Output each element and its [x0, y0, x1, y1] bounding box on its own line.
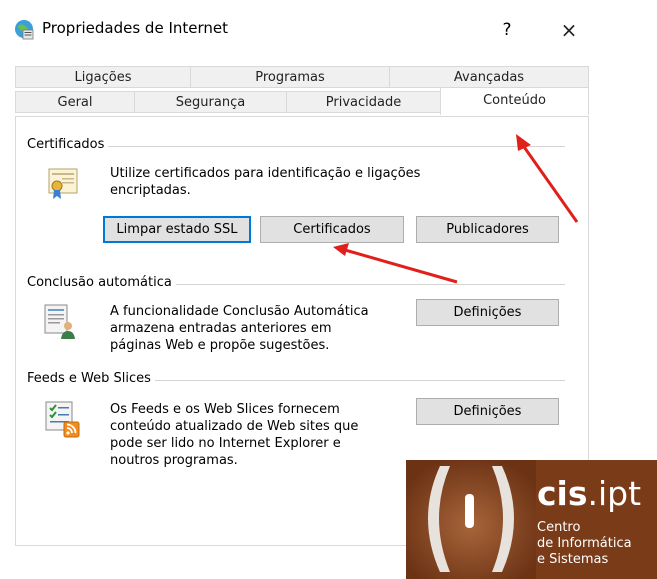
logo-line-2: de Informática — [537, 536, 632, 551]
certificates-divider — [30, 146, 565, 147]
logo-title: cis.ipt — [537, 474, 642, 513]
logo-line-1: Centro — [537, 520, 581, 535]
certificates-heading: Certificados — [27, 137, 109, 152]
publishers-button[interactable]: Publicadores — [416, 216, 559, 243]
autocomplete-description-3: páginas Web e propõe sugestões. — [110, 338, 330, 353]
logo-line-3: e Sistemas — [537, 552, 609, 567]
tab-geral[interactable]: Geral — [15, 91, 135, 113]
close-button[interactable]: × — [552, 15, 586, 45]
title-bar: Propriedades de Internet ? × — [0, 0, 657, 54]
certificates-button[interactable]: Certificados — [260, 216, 404, 243]
feeds-description-1: Os Feeds e os Web Slices fornecem — [110, 402, 340, 417]
autocomplete-icon — [44, 304, 75, 339]
autocomplete-description-2: armazena entradas anteriores em — [110, 321, 332, 336]
tab-programas[interactable]: Programas — [190, 66, 390, 88]
feeds-settings-button[interactable]: Definições — [416, 398, 559, 425]
tab-conteudo[interactable]: Conteúdo — [440, 87, 589, 115]
feeds-description-4: noutros programas. — [110, 453, 238, 468]
feeds-description-3: pode ser lido no Internet Explorer e — [110, 436, 341, 451]
internet-options-icon — [15, 20, 34, 40]
autocomplete-description-1: A funcionalidade Conclusão Automática — [110, 304, 369, 319]
certificate-icon — [48, 168, 78, 199]
help-button[interactable]: ? — [492, 15, 522, 45]
autocomplete-heading: Conclusão automática — [27, 275, 176, 290]
tab-ligacoes[interactable]: Ligações — [15, 66, 191, 88]
logo-mark — [406, 460, 536, 579]
feeds-icon — [45, 401, 80, 438]
feeds-description-2: conteúdo atualizado de Web sites que — [110, 419, 359, 434]
clear-ssl-button[interactable]: Limpar estado SSL — [103, 216, 251, 243]
cis-ipt-logo: cis.ipt Centro de Informática e Sistemas — [406, 460, 657, 579]
certificates-description-1: Utilize certificados para identificação … — [110, 166, 421, 181]
tab-seguranca[interactable]: Segurança — [134, 91, 287, 113]
tab-avancadas[interactable]: Avançadas — [389, 66, 589, 88]
tab-privacidade[interactable]: Privacidade — [286, 91, 441, 113]
certificates-description-2: encriptadas. — [110, 183, 191, 198]
feeds-heading: Feeds e Web Slices — [27, 371, 155, 386]
window-title: Propriedades de Internet — [42, 19, 229, 37]
autocomplete-settings-button[interactable]: Definições — [416, 299, 559, 326]
